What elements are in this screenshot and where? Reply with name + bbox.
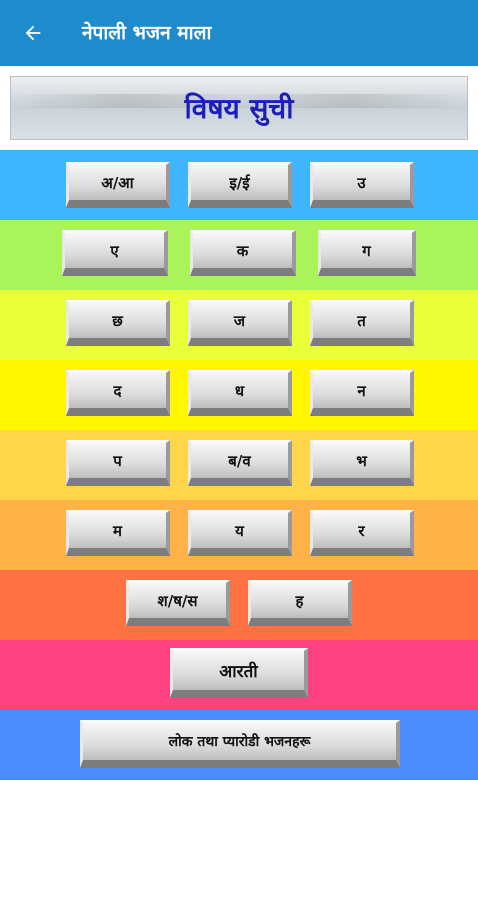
index-button-label: ध xyxy=(234,381,245,400)
arrow-left-icon xyxy=(25,25,41,41)
index-button-label: अ/आ xyxy=(101,173,134,192)
index-button-label: द xyxy=(113,381,122,400)
index-button[interactable]: ज xyxy=(188,300,292,346)
index-button-label: य xyxy=(235,521,244,540)
band-row-8: आरती xyxy=(0,640,478,710)
index-button-label: र xyxy=(358,521,365,540)
band-row-4: द ध न xyxy=(0,360,478,430)
index-button-label: आरती xyxy=(219,662,258,682)
index-button-label: इ/ई xyxy=(229,173,250,192)
folk-parody-button[interactable]: लोक तथा प्यारोडी भजनहरू xyxy=(80,720,400,768)
index-button-label: ए xyxy=(110,241,119,260)
index-button-label: ब/व xyxy=(228,451,251,470)
app-title: नेपाली भजन माला xyxy=(82,22,212,44)
index-button-label: श/ष/स xyxy=(157,591,198,610)
app-bar: नेपाली भजन माला xyxy=(0,0,478,66)
index-button[interactable]: ए xyxy=(62,230,168,276)
index-button[interactable]: ध xyxy=(188,370,292,416)
index-button-label: ह xyxy=(295,591,304,610)
index-button-label: छ xyxy=(112,311,123,330)
band-row-2: ए क ग xyxy=(0,220,478,290)
index-button-label: ग xyxy=(362,241,371,260)
back-button[interactable] xyxy=(20,20,46,46)
index-button[interactable]: र xyxy=(310,510,414,556)
index-button[interactable]: द xyxy=(66,370,170,416)
index-button-label: क xyxy=(236,241,249,260)
index-button-label: उ xyxy=(357,173,366,192)
index-button[interactable]: न xyxy=(310,370,414,416)
index-button[interactable]: प xyxy=(66,440,170,486)
band-row-3: छ ज त xyxy=(0,290,478,360)
index-button[interactable]: इ/ई xyxy=(188,162,292,208)
index-button-label: ज xyxy=(233,311,246,330)
index-button[interactable]: भ xyxy=(310,440,414,486)
index-button-label: भ xyxy=(356,451,367,470)
index-button[interactable]: अ/आ xyxy=(66,162,170,208)
band-row-6: म य र xyxy=(0,500,478,570)
band-row-7: श/ष/स ह xyxy=(0,570,478,640)
aarati-button[interactable]: आरती xyxy=(170,648,308,698)
index-button[interactable]: ह xyxy=(248,580,352,626)
band-row-1: अ/आ इ/ई उ xyxy=(0,150,478,220)
index-button[interactable]: ब/व xyxy=(188,440,292,486)
band-row-5: प ब/व भ xyxy=(0,430,478,500)
index-button[interactable]: श/ष/स xyxy=(126,580,230,626)
index-button[interactable]: त xyxy=(310,300,414,346)
index-button-label: न xyxy=(357,381,366,400)
index-button[interactable]: म xyxy=(66,510,170,556)
band-row-9: लोक तथा प्यारोडी भजनहरू xyxy=(0,710,478,780)
index-button[interactable]: छ xyxy=(66,300,170,346)
index-banner: विषय सुची xyxy=(10,76,468,140)
index-button-label: प xyxy=(113,451,122,470)
index-button[interactable]: य xyxy=(188,510,292,556)
index-button-label: म xyxy=(113,521,122,540)
index-button-label: लोक तथा प्यारोडी भजनहरू xyxy=(168,734,311,750)
index-button[interactable]: उ xyxy=(310,162,414,208)
index-button[interactable]: ग xyxy=(318,230,416,276)
index-button-label: त xyxy=(357,311,366,330)
banner-title: विषय सुची xyxy=(184,92,294,125)
index-button[interactable]: क xyxy=(190,230,296,276)
